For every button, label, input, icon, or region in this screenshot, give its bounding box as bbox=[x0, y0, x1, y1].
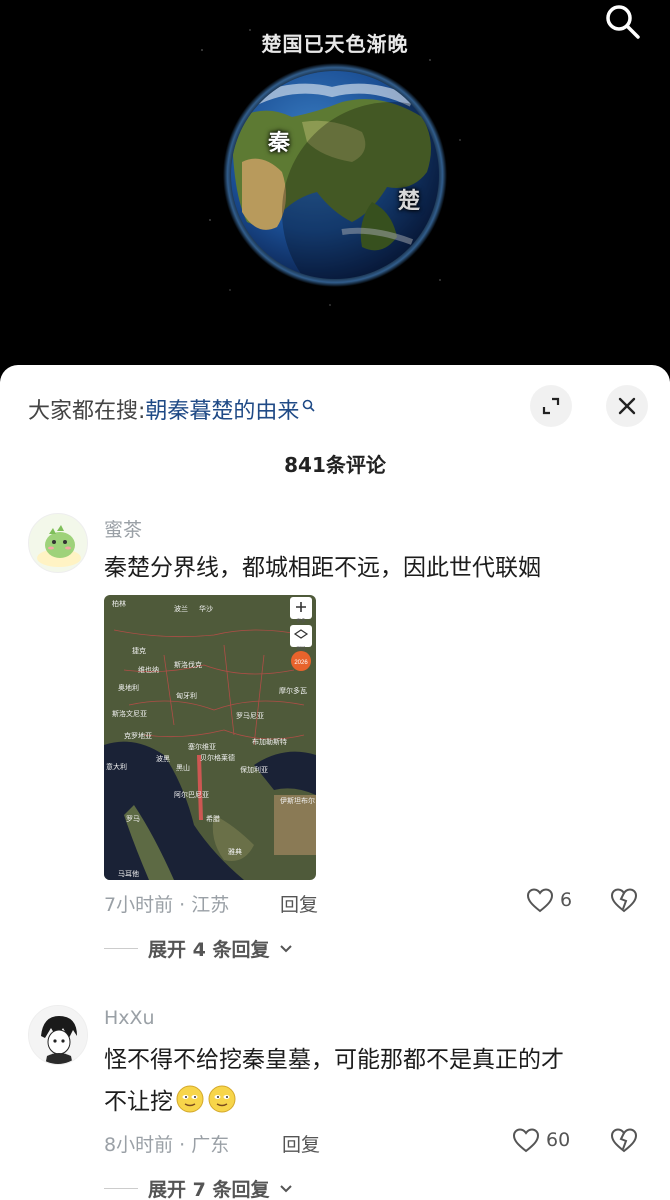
map-label: 捷克 bbox=[132, 646, 146, 655]
map-year-badge: 2026 bbox=[294, 660, 308, 666]
comment-text: 秦楚分界线，都城相距不远，因此世代联姻 bbox=[104, 555, 541, 581]
map-label: 罗马尼亚 bbox=[236, 712, 264, 720]
map-label: 贝尔格莱德 bbox=[200, 753, 235, 762]
map-label: 保加利亚 bbox=[240, 765, 268, 774]
dislike-button[interactable] bbox=[610, 1127, 638, 1157]
trending-search-link[interactable]: 朝秦暮楚的由来 bbox=[145, 399, 299, 424]
map-label: 伊斯坦布尔 bbox=[280, 796, 315, 805]
map-label: 摩尔多瓦 bbox=[279, 686, 307, 695]
map-label: 斯洛文尼亚 bbox=[112, 709, 147, 718]
doge-emoji-icon bbox=[176, 1085, 204, 1113]
comment-username[interactable]: 蜜茶 bbox=[104, 515, 142, 542]
like-button[interactable]: 60 bbox=[512, 1127, 570, 1153]
map-label: 布加勒斯特 bbox=[252, 737, 287, 746]
reply-button[interactable]: 回复 bbox=[282, 1130, 320, 1157]
avatar[interactable] bbox=[28, 513, 88, 573]
comment-map-image[interactable]: 2026 柏林 波兰 华沙 捷克 维也纳 斯洛伐克 奥地利 匈牙利 斯洛文尼亚 … bbox=[104, 595, 316, 880]
map-label: 雅典 bbox=[228, 847, 242, 856]
dislike-button[interactable] bbox=[610, 887, 638, 917]
magnifier-icon bbox=[303, 399, 316, 412]
like-count: 6 bbox=[560, 889, 573, 911]
comment-text-line: 不让挖 bbox=[104, 1081, 644, 1123]
video-player[interactable]: 楚国已天色渐晚 秦 楚 bbox=[0, 0, 670, 380]
reply-button[interactable]: 回复 bbox=[280, 890, 318, 917]
like-button[interactable]: 6 bbox=[526, 887, 572, 913]
dino-avatar-icon bbox=[37, 525, 81, 567]
map-label: 罗马 bbox=[126, 815, 140, 823]
map-label: 黑山 bbox=[176, 763, 190, 772]
trending-search-hint: 大家都在搜:朝秦暮楚的由来 bbox=[28, 393, 316, 425]
close-button[interactable] bbox=[606, 385, 648, 427]
label-qin: 秦 bbox=[268, 131, 291, 156]
doge-emoji-icon bbox=[208, 1085, 236, 1113]
expand-replies-label: 展开 7 条回复 bbox=[148, 1179, 270, 1200]
map-label: 斯洛伐克 bbox=[174, 660, 202, 669]
anime-avatar-icon bbox=[29, 1006, 87, 1064]
map-label: 希腊 bbox=[206, 814, 220, 823]
map-label: 维也纳 bbox=[138, 665, 159, 674]
chevron-down-icon bbox=[280, 1184, 293, 1192]
comment-count: 841条评论 bbox=[284, 453, 386, 477]
comment-time-location: 7小时前 · 江苏 bbox=[104, 894, 230, 916]
map-label: 塞尔维亚 bbox=[188, 742, 216, 751]
expand-replies-button[interactable]: 展开 4 条回复 bbox=[104, 935, 293, 962]
avatar[interactable] bbox=[28, 1005, 88, 1065]
expand-button[interactable] bbox=[530, 385, 572, 427]
heart-icon bbox=[512, 1128, 540, 1153]
comment-time-location: 8小时前 · 广东 bbox=[104, 1134, 230, 1156]
map-label: 波黑 bbox=[156, 754, 170, 763]
search-button[interactable] bbox=[602, 2, 642, 42]
close-icon bbox=[618, 397, 636, 415]
map-tool-more: 更多 bbox=[297, 617, 306, 624]
map-label: 柏林 bbox=[112, 599, 126, 608]
map-label: 奥地利 bbox=[118, 683, 139, 692]
comment-text-line: 怪不得不给挖秦皇墓，可能那都不是真正的才 bbox=[104, 1047, 564, 1073]
comment-username[interactable]: HxXu bbox=[104, 1007, 155, 1029]
expand-replies-button[interactable]: 展开 7 条回复 bbox=[104, 1175, 293, 1200]
divider-line bbox=[104, 1188, 138, 1189]
label-chu: 楚 bbox=[398, 189, 421, 214]
divider-line bbox=[104, 948, 138, 949]
trending-search-prefix: 大家都在搜: bbox=[28, 399, 146, 424]
broken-heart-icon bbox=[610, 1128, 638, 1153]
map-label: 阿尔巴尼亚 bbox=[174, 790, 209, 799]
comment-sheet: 大家都在搜:朝秦暮楚的由来 841条评论 蜜茶 秦楚分界线，都城相距不远，因此世… bbox=[0, 365, 670, 1200]
chevron-down-icon bbox=[280, 944, 293, 952]
search-icon bbox=[606, 5, 640, 39]
earth-globe-image bbox=[223, 63, 447, 287]
video-caption: 楚国已天色渐晚 bbox=[261, 32, 409, 56]
expand-icon bbox=[542, 397, 560, 415]
map-label: 匈牙利 bbox=[176, 691, 197, 700]
map-label: 波兰 bbox=[174, 604, 188, 613]
expand-replies-label: 展开 4 条回复 bbox=[148, 939, 270, 961]
map-tool-layers: 图层 bbox=[297, 646, 306, 652]
broken-heart-icon bbox=[610, 888, 638, 913]
map-label: 意大利 bbox=[106, 762, 127, 771]
like-count: 60 bbox=[546, 1129, 571, 1151]
heart-icon bbox=[526, 888, 554, 913]
map-label: 华沙 bbox=[199, 604, 213, 613]
map-label: 克罗地亚 bbox=[124, 731, 152, 740]
comment-text: 怪不得不给挖秦皇墓，可能那都不是真正的才 不让挖 bbox=[104, 1039, 644, 1123]
map-label: 马耳他 bbox=[118, 869, 139, 878]
